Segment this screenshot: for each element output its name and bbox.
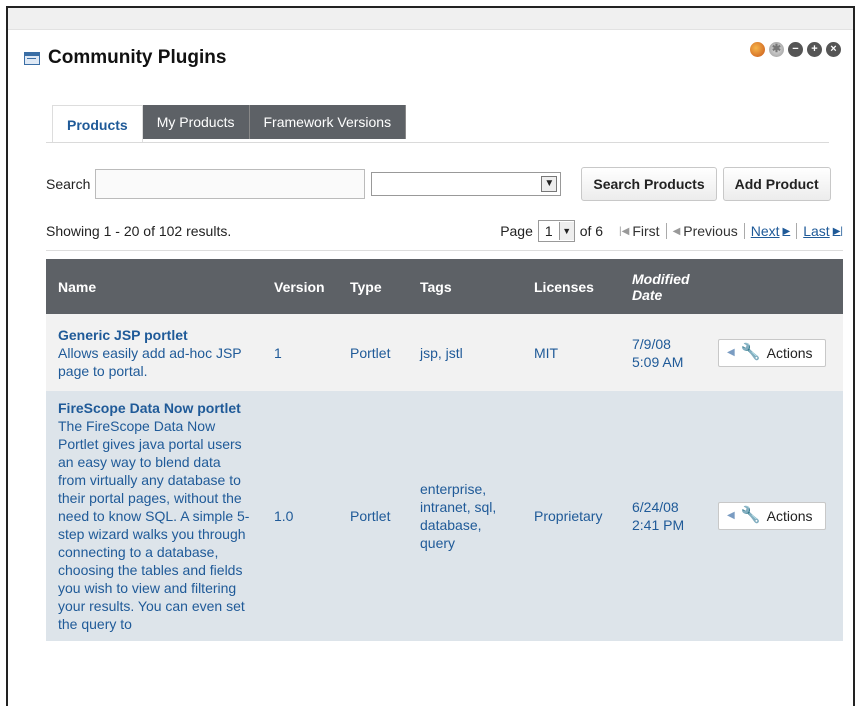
modified-time: 5:09 AM bbox=[632, 353, 684, 370]
licenses-cell[interactable]: Proprietary bbox=[522, 391, 620, 641]
modified-date: 6/24/08 bbox=[632, 499, 679, 515]
portlet-title-text: Community Plugins bbox=[48, 47, 227, 68]
caret-left-icon: ◀ bbox=[727, 510, 735, 521]
window-controls: ✱ − + × bbox=[750, 42, 841, 57]
results-bar: Showing 1 - 20 of 102 results. Page 1 ▼ … bbox=[46, 220, 843, 244]
modified-time: 2:41 PM bbox=[632, 517, 685, 533]
table-header-row: Name Version Type Tags Licenses Modified… bbox=[46, 259, 843, 314]
version-cell[interactable]: 1 bbox=[262, 314, 338, 391]
column-header-licenses[interactable]: Licenses bbox=[522, 259, 620, 314]
results-count: Showing 1 - 20 of 102 results. bbox=[46, 223, 232, 239]
tab-products[interactable]: Products bbox=[52, 105, 143, 143]
portlet-frame: Community Plugins ✱ − + × Products My Pr… bbox=[6, 6, 855, 706]
last-page-link[interactable]: Last ▶| bbox=[796, 223, 843, 239]
actions-cell: ◀ 🔧 Actions bbox=[706, 314, 843, 391]
page-of-label: of 6 bbox=[579, 223, 604, 239]
page-select-value: 1 bbox=[544, 223, 553, 239]
previous-page-link[interactable]: ◀ Previous bbox=[665, 223, 738, 239]
tab-bar: Products My Products Framework Versions bbox=[52, 105, 407, 143]
product-name-link[interactable]: FireScope Data Now portlet bbox=[58, 399, 250, 417]
chevron-down-icon[interactable]: ▼ bbox=[541, 176, 558, 192]
column-header-name[interactable]: Name bbox=[46, 259, 262, 314]
last-page-label: Last bbox=[803, 223, 830, 239]
page-select[interactable]: 1 ▼ bbox=[537, 220, 575, 242]
tab-my-products[interactable]: My Products bbox=[142, 105, 250, 139]
first-page-label: First bbox=[632, 223, 660, 239]
column-header-tags[interactable]: Tags bbox=[408, 259, 522, 314]
actions-label: Actions bbox=[766, 344, 813, 361]
table-row: FireScope Data Now portlet The FireScope… bbox=[46, 391, 843, 641]
portlet-title: Community Plugins bbox=[24, 44, 226, 72]
actions-button[interactable]: ◀ 🔧 Actions bbox=[718, 502, 826, 530]
next-page-link[interactable]: Next ▶ bbox=[743, 223, 791, 239]
wrench-icon: 🔧 bbox=[740, 343, 761, 361]
maximize-icon[interactable]: + bbox=[807, 42, 822, 57]
caret-left-icon: ◀ bbox=[727, 346, 735, 358]
wrench-icon: 🔧 bbox=[740, 507, 761, 524]
pagination: Page 1 ▼ of 6 |◀ First ◀ Previous Next ▶… bbox=[500, 220, 843, 242]
configuration-icon[interactable]: ✱ bbox=[769, 42, 784, 57]
category-select[interactable]: ▼ bbox=[371, 172, 562, 196]
tags-cell[interactable]: enterprise, intranet, sql, database, que… bbox=[408, 391, 522, 641]
previous-page-label: Previous bbox=[683, 223, 738, 239]
add-product-button[interactable]: Add Product bbox=[722, 167, 831, 201]
modified-date: 7/9/08 bbox=[632, 335, 671, 352]
product-name-cell: FireScope Data Now portlet The FireScope… bbox=[46, 391, 262, 641]
last-page-icon: ▶| bbox=[832, 225, 843, 237]
actions-cell: ◀ 🔧 Actions bbox=[706, 391, 843, 641]
tab-divider bbox=[46, 142, 829, 143]
next-page-label: Next bbox=[750, 223, 780, 239]
modified-date-cell[interactable]: 6/24/08 2:41 PM bbox=[620, 391, 706, 641]
first-page-link[interactable]: |◀ First bbox=[619, 223, 660, 239]
actions-button[interactable]: ◀ 🔧 Actions bbox=[718, 338, 826, 367]
tags-cell[interactable]: jsp, jstl bbox=[408, 314, 522, 391]
column-header-actions bbox=[706, 259, 843, 314]
type-cell[interactable]: Portlet bbox=[338, 391, 408, 641]
chevron-down-icon[interactable]: ▼ bbox=[558, 222, 574, 240]
top-bar bbox=[8, 8, 853, 30]
next-page-icon: ▶ bbox=[782, 225, 791, 237]
licenses-cell[interactable]: MIT bbox=[522, 314, 620, 391]
first-page-icon: |◀ bbox=[619, 225, 630, 237]
modified-date-cell[interactable]: 7/9/08 5:09 AM bbox=[620, 314, 706, 391]
modified-label-line1: Modified bbox=[632, 270, 690, 287]
search-label: Search bbox=[46, 176, 91, 192]
modified-label-line2: Date bbox=[632, 286, 663, 303]
previous-page-icon: ◀ bbox=[672, 225, 681, 237]
search-bar: Search ▼ Search Products Add Product bbox=[46, 167, 831, 201]
table-row: Generic JSP portlet Allows easily add ad… bbox=[46, 314, 843, 391]
products-table: Name Version Type Tags Licenses Modified… bbox=[46, 259, 843, 641]
minimize-icon[interactable]: − bbox=[788, 42, 803, 57]
column-header-type[interactable]: Type bbox=[338, 259, 408, 314]
actions-label: Actions bbox=[766, 508, 813, 524]
product-name-link[interactable]: Generic JSP portlet bbox=[58, 326, 250, 344]
page-label: Page bbox=[500, 223, 533, 239]
results-divider bbox=[46, 250, 843, 251]
version-cell[interactable]: 1.0 bbox=[262, 391, 338, 641]
close-icon[interactable]: × bbox=[826, 42, 841, 57]
search-input[interactable] bbox=[95, 169, 366, 199]
look-and-feel-icon[interactable] bbox=[750, 42, 765, 57]
type-cell[interactable]: Portlet bbox=[338, 314, 408, 391]
tab-framework-versions[interactable]: Framework Versions bbox=[249, 105, 407, 139]
column-header-modified-date[interactable]: Modified Date bbox=[620, 259, 706, 314]
product-description[interactable]: The FireScope Data Now Portlet gives jav… bbox=[58, 417, 250, 633]
product-name-cell: Generic JSP portlet Allows easily add ad… bbox=[46, 314, 262, 391]
search-products-button[interactable]: Search Products bbox=[581, 167, 717, 201]
column-header-version[interactable]: Version bbox=[262, 259, 338, 314]
portlet-list-icon bbox=[24, 51, 40, 65]
product-description[interactable]: Allows easily add ad-hoc JSP page to por… bbox=[58, 344, 250, 380]
